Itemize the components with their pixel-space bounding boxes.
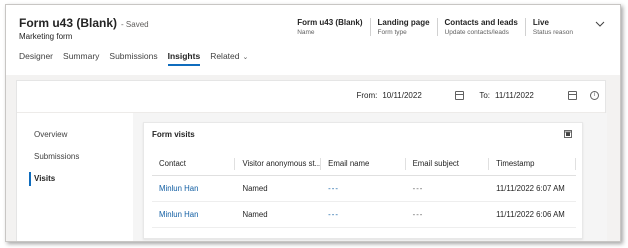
- column-header-visitor-status-label: Visitor anonymous st...: [242, 159, 322, 169]
- timestamp-cell: 11/11/2022 6:06 AM: [489, 201, 576, 228]
- tab-submissions[interactable]: Submissions: [109, 51, 157, 66]
- page-title: Form u43 (Blank): [19, 16, 118, 30]
- summary-name: Form u43 (Blank) Name: [290, 18, 369, 36]
- column-header-email-subject-label: Email subject: [412, 159, 459, 169]
- column-header-contact[interactable]: Contact: [152, 153, 236, 176]
- sidenav-item-overview[interactable]: Overview: [34, 130, 67, 139]
- sidenav-item-submissions[interactable]: Submissions: [34, 152, 79, 161]
- column-header-contact-label: Contact: [159, 159, 186, 169]
- tab-insights-label: Insights: [167, 51, 201, 61]
- title-row: Form u43 (Blank) - Saved: [19, 16, 149, 30]
- column-header-timestamp-label: Timestamp: [496, 159, 535, 169]
- sidenav-item-visits[interactable]: Visits: [34, 174, 55, 183]
- chevron-down-icon: ⌄: [242, 54, 249, 61]
- export-to-excel-icon[interactable]: [564, 130, 572, 138]
- save-status: - Saved: [121, 20, 149, 29]
- summary-update-contacts-value: Contacts and leads: [444, 18, 518, 27]
- timestamp-cell: 11/11/2022 6:07 AM: [489, 175, 576, 202]
- table-header-row: Contact Visitor anonymous st... Email na…: [152, 153, 576, 176]
- visits-panel: Form visits Contact Visitor anonymous st…: [133, 113, 607, 241]
- summary-status-reason: Live Status reason: [524, 18, 580, 36]
- insights-area: From: 10/11/2022 To: 11/11/2022 i Overvi…: [6, 75, 620, 241]
- app-window: Form u43 (Blank) - Saved Marketing form …: [5, 4, 621, 242]
- from-label: From:: [356, 91, 378, 100]
- summary-form-type-value: Landing page: [377, 18, 430, 27]
- summary-name-label: Name: [297, 29, 315, 36]
- tab-submissions-label: Submissions: [109, 51, 158, 61]
- form-visits-title: Form visits: [152, 130, 195, 139]
- visits-table: Contact Visitor anonymous st... Email na…: [152, 153, 576, 228]
- table-row[interactable]: Minlun Han Named --- --- 11/11/2022 6:07…: [152, 175, 576, 202]
- summary-update-contacts: Contacts and leads Update contacts/leads: [436, 18, 525, 36]
- page-subtitle: Marketing form: [19, 32, 73, 41]
- calendar-icon[interactable]: [568, 91, 577, 100]
- summary-form-type: Landing page Form type: [369, 18, 437, 36]
- summary-status-reason-label: Status reason: [532, 29, 573, 36]
- email-name-cell: ---: [321, 175, 406, 202]
- tab-insights[interactable]: Insights: [167, 51, 201, 66]
- tab-summary[interactable]: Summary: [63, 51, 99, 66]
- info-icon[interactable]: i: [590, 91, 599, 100]
- tab-designer[interactable]: Designer: [19, 51, 53, 66]
- to-date-input[interactable]: 11/11/2022: [495, 91, 565, 100]
- column-header-email-name[interactable]: Email name: [321, 153, 406, 176]
- header-summary: Form u43 (Blank) Name Landing page Form …: [290, 18, 580, 36]
- chevron-down-icon[interactable]: [595, 19, 605, 29]
- to-label: To:: [479, 91, 490, 100]
- from-date-input[interactable]: 10/11/2022: [382, 91, 452, 100]
- summary-status-reason-value: Live: [532, 18, 549, 27]
- insights-sidenav: Overview Submissions Visits: [17, 113, 132, 241]
- insights-card: From: 10/11/2022 To: 11/11/2022 i Overvi…: [16, 80, 607, 241]
- tab-related-label: Related: [210, 51, 240, 61]
- calendar-icon[interactable]: [455, 91, 465, 100]
- tab-summary-label: Summary: [63, 51, 100, 61]
- date-filter: From: 10/11/2022 To: 11/11/2022 i: [356, 91, 599, 100]
- email-name-cell: ---: [321, 201, 406, 228]
- summary-form-type-label: Form type: [377, 29, 407, 36]
- summary-update-contacts-label: Update contacts/leads: [444, 29, 509, 36]
- form-visits-card: Form visits Contact Visitor anonymous st…: [143, 122, 583, 239]
- column-header-visitor-status[interactable]: Visitor anonymous st...: [235, 153, 322, 176]
- visitor-status-cell: Named: [235, 201, 322, 228]
- visitor-status-cell: Named: [235, 175, 322, 202]
- contact-link[interactable]: Minlun Han: [152, 201, 236, 228]
- active-indicator: [29, 172, 31, 186]
- contact-link[interactable]: Minlun Han: [152, 175, 236, 202]
- tab-related[interactable]: Related ⌄: [210, 51, 248, 66]
- column-header-timestamp[interactable]: Timestamp: [489, 153, 576, 176]
- tab-designer-label: Designer: [19, 51, 54, 61]
- tab-bar: Designer Summary Submissions Insights Re…: [19, 51, 248, 66]
- email-subject-cell: ---: [405, 175, 490, 202]
- column-header-email-name-label: Email name: [328, 159, 370, 169]
- form-header: Form u43 (Blank) - Saved Marketing form …: [6, 5, 620, 75]
- table-row[interactable]: Minlun Han Named --- --- 11/11/2022 6:06…: [152, 201, 576, 228]
- email-subject-cell: ---: [405, 201, 490, 228]
- summary-name-value: Form u43 (Blank): [297, 18, 363, 27]
- column-header-email-subject[interactable]: Email subject: [405, 153, 490, 176]
